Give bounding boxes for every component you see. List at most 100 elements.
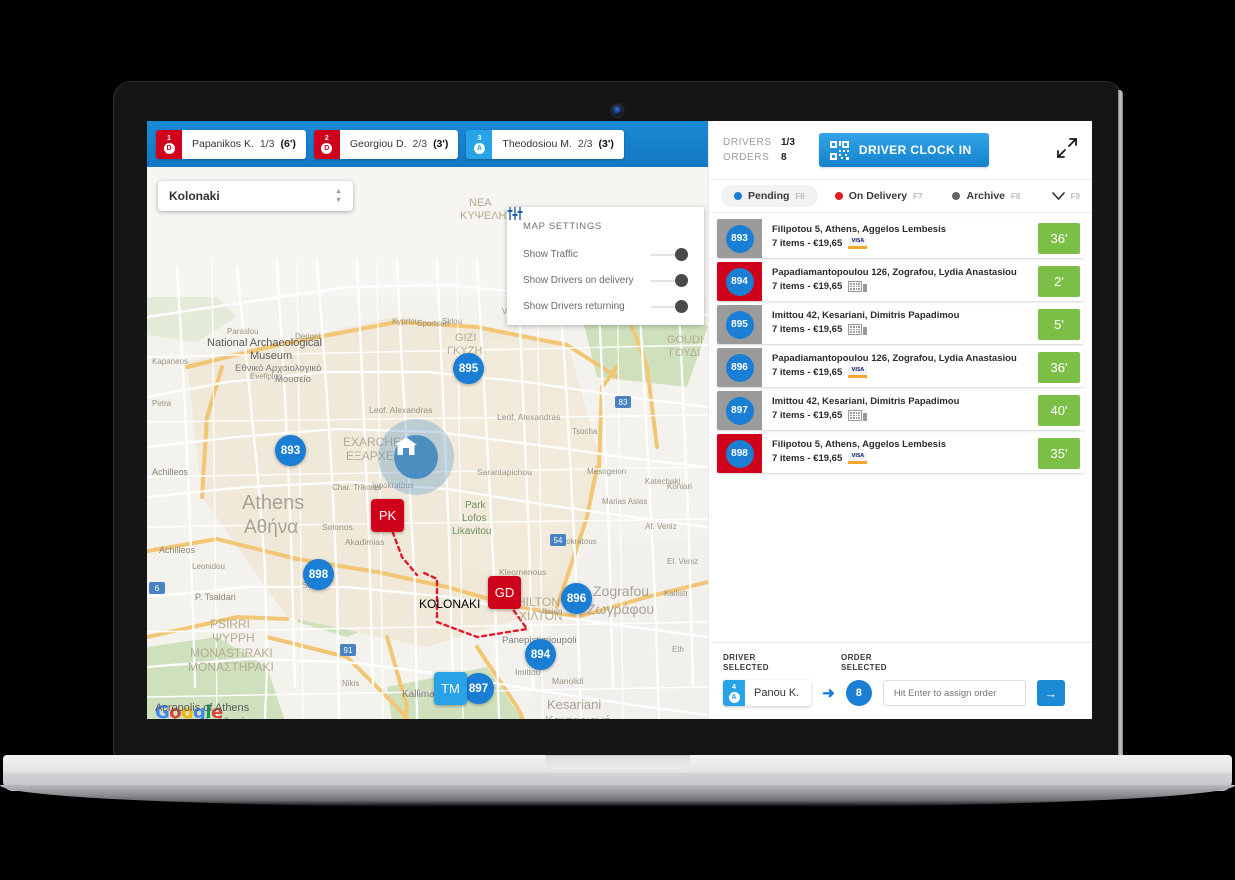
order-map-marker[interactable]: 897: [463, 673, 494, 704]
assign-order-input[interactable]: [882, 680, 1026, 706]
order-row[interactable]: 895 Imittou 42, Kesariani, Dimitris Papa…: [717, 305, 1084, 344]
assign-arrow-icon: ➜: [822, 685, 835, 702]
map-area-value: Kolonaki: [169, 189, 220, 203]
map-setting-toggle[interactable]: [651, 248, 688, 261]
tabs-more-button[interactable]: F9: [1051, 192, 1080, 201]
status-dot-icon: [734, 192, 742, 200]
pos-payment-icon: [848, 281, 868, 292]
order-row[interactable]: 893 Filipotou 5, Athens, Aggelos Lembesi…: [717, 219, 1084, 258]
status-tab-label: Pending: [748, 190, 790, 202]
driver-map-marker[interactable]: TM: [434, 672, 467, 705]
map-label: Ilision: [542, 607, 563, 616]
driver-chip-index: 2: [324, 134, 329, 142]
driver-type-icon: D: [163, 142, 175, 154]
stat-value: 8: [781, 152, 787, 163]
map-label: Koniari: [667, 482, 692, 491]
order-row[interactable]: 898 Filipotou 5, Athens, Aggelos Lembesi…: [717, 434, 1084, 473]
map-setting-row[interactable]: Show Drivers returning: [523, 300, 688, 313]
map-label: Eveliplon: [250, 372, 283, 381]
status-tab[interactable]: Pending F6: [721, 185, 818, 207]
order-map-marker[interactable]: 898: [303, 559, 334, 590]
assignment-labels: DRIVER SELECTED ORDER SELECTED: [723, 653, 1079, 673]
chevron-updown-icon: ▲ ▼: [335, 188, 342, 204]
order-map-marker[interactable]: 893: [275, 435, 306, 466]
map-label: Leof. Alexandras: [369, 405, 433, 415]
map-setting-row[interactable]: Show Traffic: [523, 248, 688, 261]
sliders-icon[interactable]: [507, 207, 523, 220]
order-details: Papadiamantopoulou 126, Zografou, Lydia …: [762, 262, 1034, 301]
map-setting-toggle[interactable]: [651, 300, 688, 313]
laptop-base-notch: [545, 755, 690, 770]
map-label: Af. Veniz: [645, 522, 677, 531]
order-summary: 7 items - €19,65 VISA: [772, 453, 1034, 464]
order-eta-badge: 2': [1038, 266, 1080, 297]
order-eta-badge: 35': [1038, 438, 1080, 469]
toggle-knob: [675, 274, 688, 287]
map-label: Athens: [242, 492, 305, 514]
order-map-marker[interactable]: 894: [525, 639, 556, 670]
order-id-strip: 893: [717, 219, 762, 258]
order-id-strip: 897: [717, 391, 762, 430]
expand-icon: [1057, 137, 1077, 158]
order-items-total: 7 items - €19,65: [772, 281, 843, 292]
map-label: Likavitou: [452, 526, 492, 537]
map-settings-panel[interactable]: MAP SETTINGS Show Traffic Show Drivers o…: [507, 207, 704, 325]
driver-selected-label-2: SELECTED: [723, 663, 769, 672]
map-label: Paraslou: [227, 327, 259, 336]
map-label: Mesogeion: [587, 467, 627, 476]
order-items-total: 7 items - €19,65: [772, 453, 843, 464]
stat-label: DRIVERS: [723, 137, 772, 148]
expand-button[interactable]: [1056, 137, 1078, 164]
toggle-track: [651, 279, 677, 282]
map-label: Kallistr: [664, 589, 689, 598]
order-map-marker[interactable]: 895: [453, 353, 484, 384]
order-address: Papadiamantopoulou 126, Zografou, Lydia …: [772, 353, 1017, 364]
order-map-marker[interactable]: 896: [561, 583, 592, 614]
map-label: Manolidi: [552, 676, 584, 686]
selected-driver-chip[interactable]: 4 A Panou K.: [723, 680, 812, 706]
toggle-track: [651, 305, 677, 308]
driver-map-marker[interactable]: PK: [371, 499, 404, 532]
map-label: Sarantapichou: [477, 467, 532, 477]
order-id-strip: 895: [717, 305, 762, 344]
assignment-controls: 4 A Panou K. ➜ 8 →: [723, 680, 1079, 706]
map-label: GOUDI: [667, 334, 704, 346]
driver-chip-body: Theodosiou M. 2/3 (3'): [492, 129, 624, 159]
map-setting-toggle[interactable]: [651, 274, 688, 287]
status-tab[interactable]: Archive F8: [939, 185, 1033, 207]
map-label: GIZI: [455, 332, 477, 344]
driver-chip-badge: 3 A: [466, 129, 493, 159]
order-items-total: 7 items - €19,65: [772, 238, 843, 249]
map-label: Acropolis of Athens: [155, 702, 250, 714]
driver-chip[interactable]: 3 A Theodosiou M. 2/3 (3'): [466, 129, 624, 159]
store-marker[interactable]: [394, 435, 438, 479]
qr-code-icon: [829, 140, 849, 160]
order-id-badge: 898: [725, 439, 754, 468]
map-label: Kapaneos: [152, 357, 189, 366]
assign-submit-button[interactable]: →: [1036, 680, 1065, 706]
order-row[interactable]: 897 Imittou 42, Kesariani, Dimitris Papa…: [717, 391, 1084, 430]
status-tab-shortcut: F7: [913, 191, 923, 201]
map-setting-row[interactable]: Show Drivers on delivery: [523, 274, 688, 287]
driver-chip-body: Papanikos K. 1/3 (6'): [182, 129, 306, 159]
driver-clock-in-button[interactable]: DRIVER CLOCK IN: [818, 133, 989, 167]
driver-map-marker[interactable]: GD: [488, 576, 521, 609]
driver-chip[interactable]: 1 D Papanikos K. 1/3 (6'): [156, 129, 306, 159]
orders-list: 893 Filipotou 5, Athens, Aggelos Lembesi…: [709, 213, 1092, 473]
map-label: ΜΟΝΑΣΤΗΡΑΚΙ: [188, 660, 274, 674]
map-view[interactable]: Google National Archaeological Museum Εθ…: [147, 167, 708, 719]
driver-chip[interactable]: 2 D Georgiou D. 2/3 (3'): [313, 129, 459, 159]
map-area-select[interactable]: Kolonaki ▲ ▼: [158, 181, 353, 211]
map-label: Petra: [152, 399, 172, 408]
order-id-badge: 896: [725, 353, 754, 382]
map-label: Lofos: [462, 513, 487, 524]
map-label: Achilleos: [152, 467, 189, 477]
order-row[interactable]: 896 Papadiamantopoulou 126, Zografou, Ly…: [717, 348, 1084, 387]
driver-type-icon: D: [321, 142, 333, 154]
order-id-badge: 895: [725, 310, 754, 339]
stat-row: DRIVERS 1/3: [723, 135, 795, 150]
laptop-mockup: 1 D Papanikos K. 1/3 (6') 2 D Georgiou D…: [0, 0, 1235, 880]
status-tab[interactable]: On Delivery F7: [822, 185, 936, 207]
highway-shield: 91: [340, 644, 356, 656]
order-row[interactable]: 894 Papadiamantopoulou 126, Zografou, Ly…: [717, 262, 1084, 301]
